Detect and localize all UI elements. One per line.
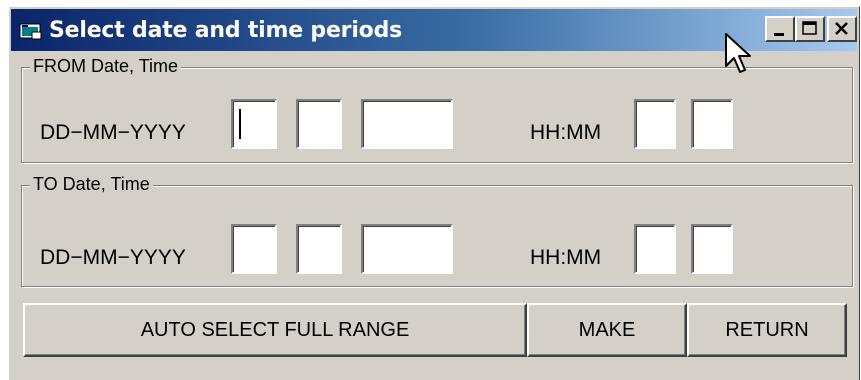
auto-select-full-range-button[interactable]: AUTO SELECT FULL RANGE [23,303,527,357]
window-title: Select date and time periods [49,18,403,43]
from-group: FROM Date, Time DD−MM−YYYY HH:MM [21,56,853,163]
maximize-icon [802,21,817,35]
maximize-button[interactable] [795,16,825,42]
text-caret [239,109,241,139]
to-group: TO Date, Time DD−MM−YYYY HH:MM [21,174,853,287]
mouse-cursor-icon [725,33,751,73]
from-month-input[interactable] [296,99,342,149]
from-year-input[interactable] [361,99,453,149]
from-date-format-label: DD−MM−YYYY [40,121,186,144]
to-year-input[interactable] [361,224,453,274]
to-date-format-label: DD−MM−YYYY [40,246,186,269]
app-icon [19,22,43,40]
return-button[interactable]: RETURN [687,303,847,357]
to-day-input[interactable] [231,224,277,274]
from-group-legend: FROM Date, Time [30,56,182,77]
to-time-format-label: HH:MM [530,246,602,269]
minimize-icon [774,33,784,36]
to-minute-input[interactable] [691,224,733,274]
from-day-input[interactable] [231,99,277,149]
close-button[interactable] [827,16,857,42]
to-month-input[interactable] [296,224,342,274]
close-icon [835,22,848,35]
from-hour-input[interactable] [634,99,676,149]
to-group-legend: TO Date, Time [30,174,153,195]
from-time-format-label: HH:MM [530,121,602,144]
make-button[interactable]: MAKE [527,303,687,357]
from-minute-input[interactable] [691,99,733,149]
to-hour-input[interactable] [634,224,676,274]
minimize-button[interactable] [765,16,795,42]
